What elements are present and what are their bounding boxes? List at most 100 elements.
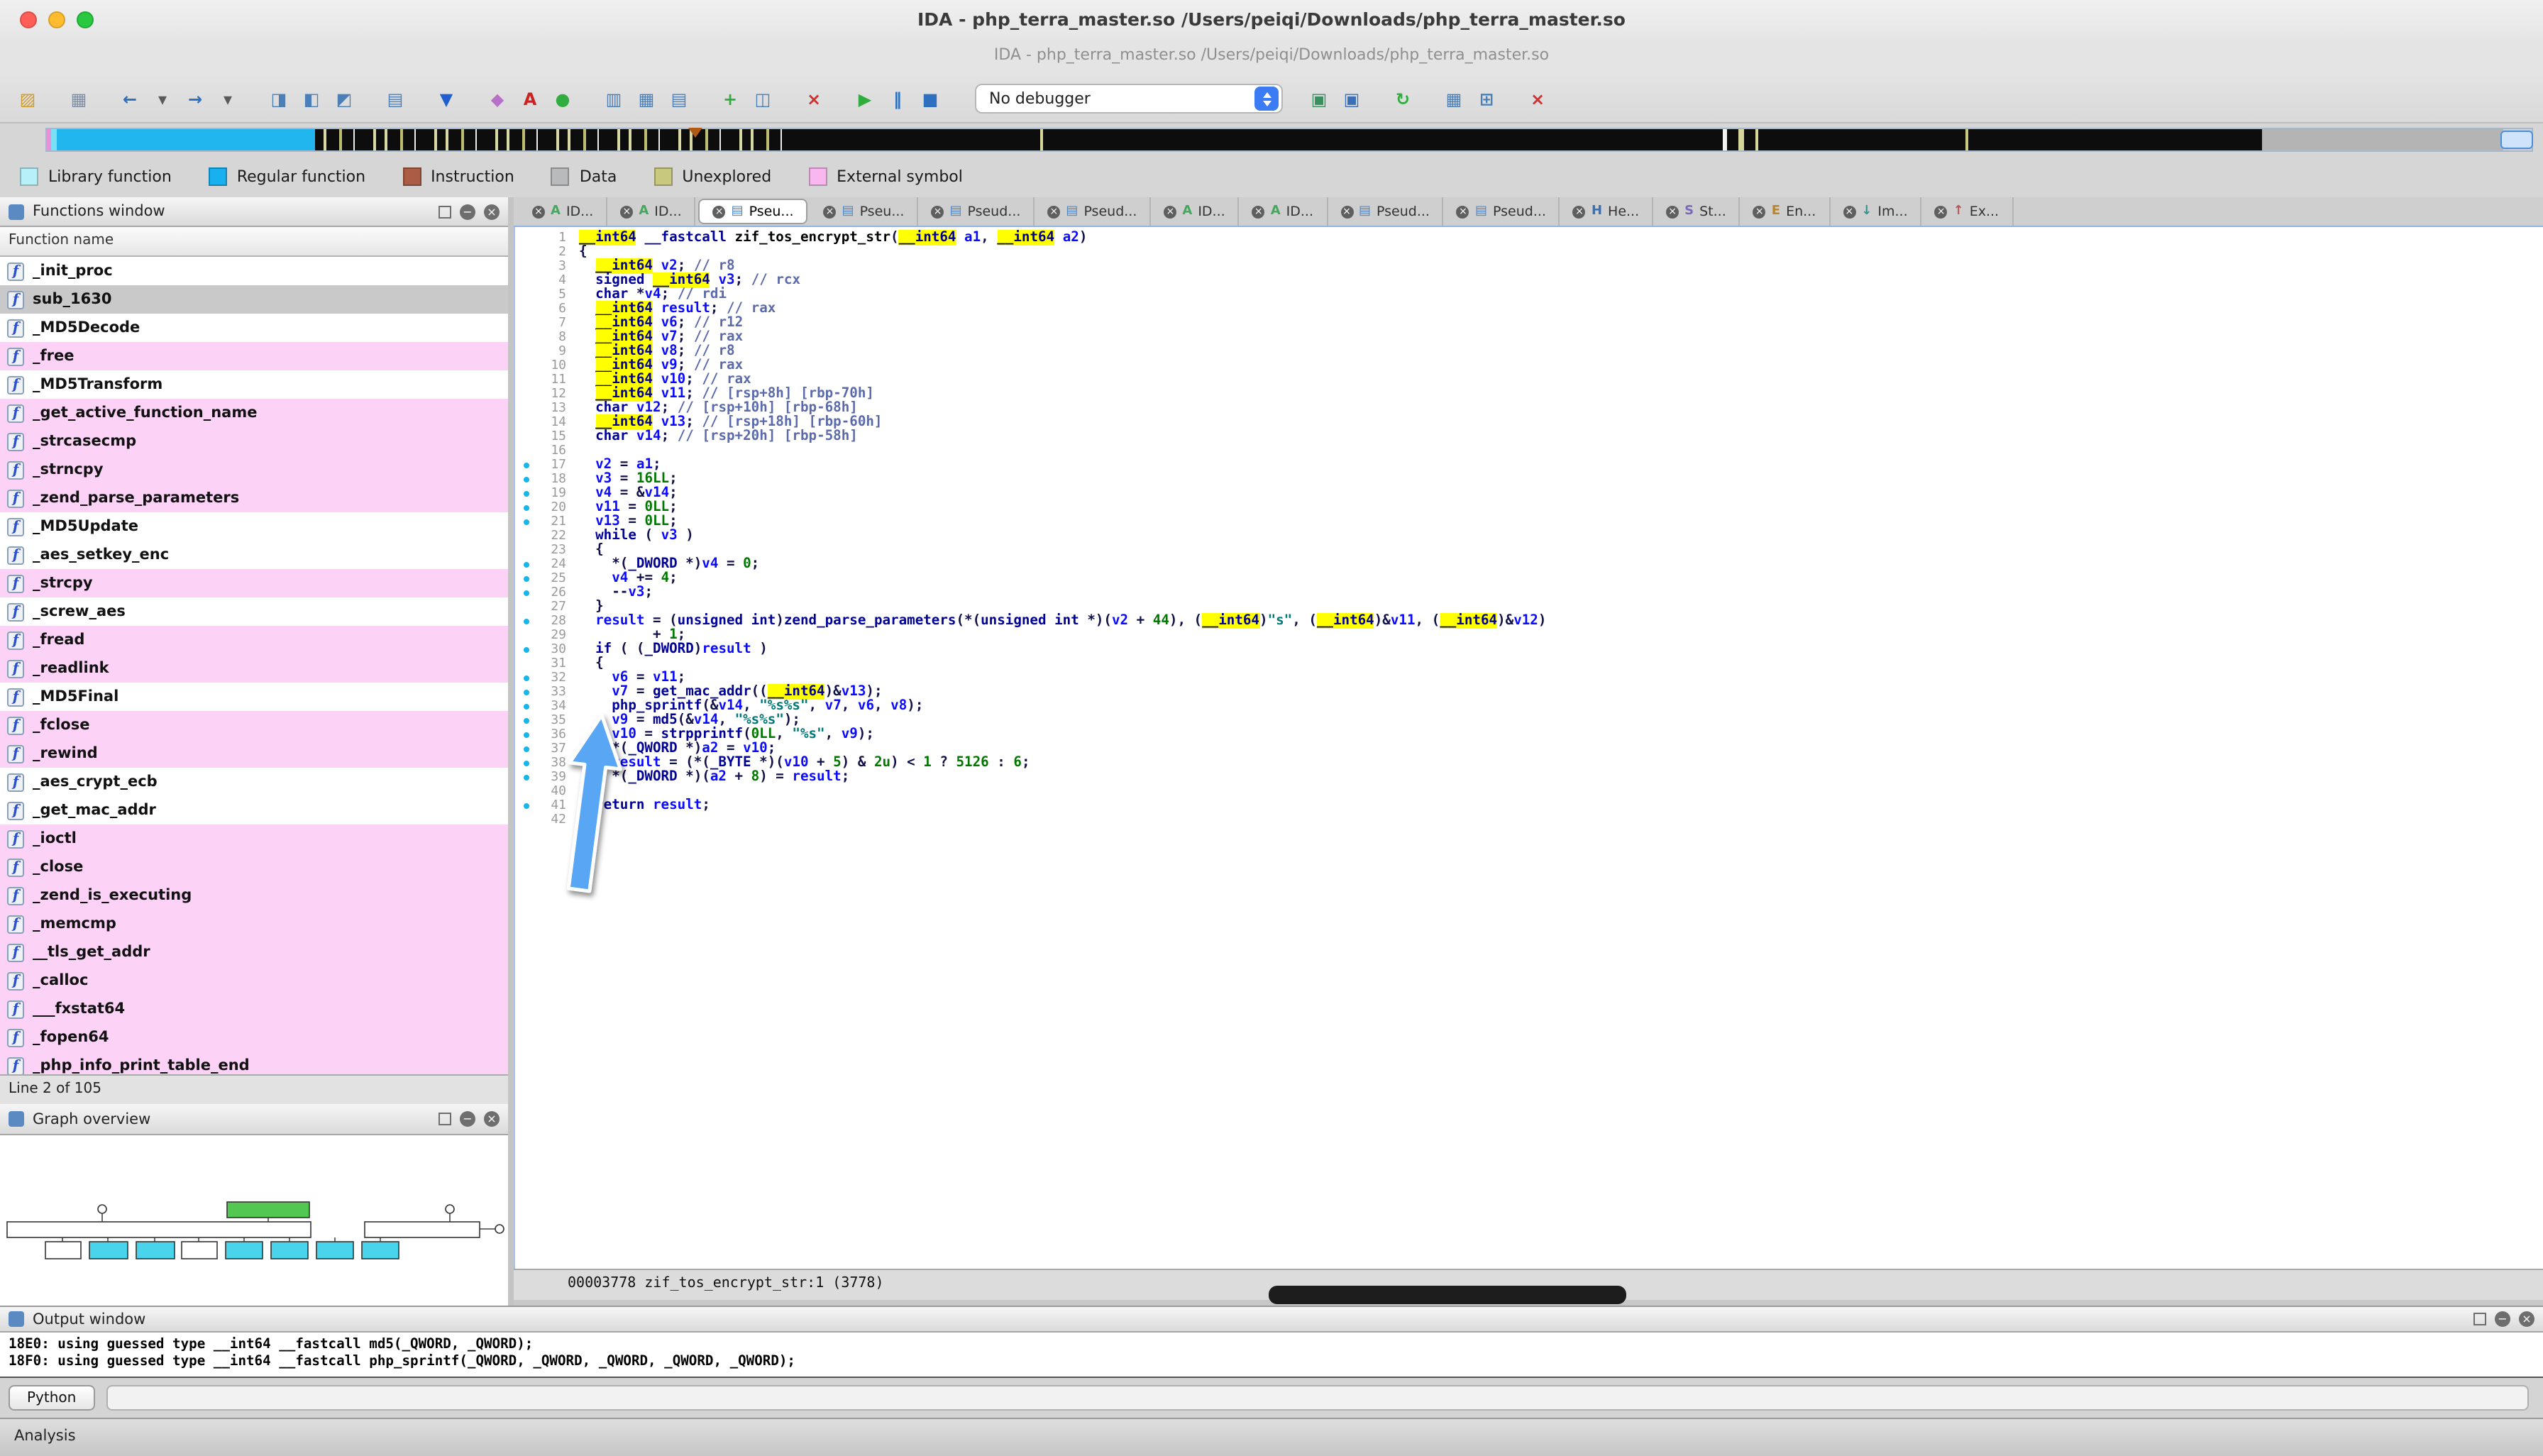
cancel-icon[interactable]: × bbox=[800, 85, 827, 112]
pause-icon[interactable]: ‖ bbox=[884, 85, 911, 112]
function-list-item[interactable]: f_MD5Decode bbox=[0, 314, 508, 342]
tab-close-icon[interactable]: × bbox=[1164, 205, 1176, 218]
code-line[interactable]: 42} bbox=[515, 813, 2543, 827]
code-line[interactable]: 40 } bbox=[515, 785, 2543, 799]
float-panel-icon[interactable] bbox=[438, 1113, 451, 1125]
code-line[interactable]: 25 v4 += 4; bbox=[515, 572, 2543, 586]
function-list-item[interactable]: f_strcpy bbox=[0, 569, 508, 597]
combo-stepper-icon[interactable] bbox=[1254, 87, 1279, 111]
tab-id[interactable]: ×AID... bbox=[607, 197, 695, 226]
code-line[interactable]: 41 return result; bbox=[515, 799, 2543, 813]
record-run-icon[interactable]: ● bbox=[549, 85, 576, 112]
tab-close-icon[interactable]: × bbox=[824, 205, 837, 218]
function-list-item[interactable]: f_fread bbox=[0, 626, 508, 654]
code-line[interactable]: 9 __int64 v8; // r8 bbox=[515, 345, 2543, 359]
minimize-button[interactable] bbox=[48, 11, 65, 28]
close-panel-icon[interactable]: × bbox=[484, 1111, 500, 1127]
tab-pseud[interactable]: ×▤Pseud... bbox=[1035, 197, 1151, 226]
float-panel-icon[interactable] bbox=[2473, 1313, 2486, 1325]
function-list-item[interactable]: f_aes_setkey_enc bbox=[0, 541, 508, 569]
python-button[interactable]: Python bbox=[9, 1385, 94, 1411]
code-line[interactable]: 17 v2 = a1; bbox=[515, 458, 2543, 473]
function-list-item[interactable]: f_init_proc bbox=[0, 257, 508, 285]
function-list-item[interactable]: f_fclose bbox=[0, 711, 508, 739]
tab-close-icon[interactable]: × bbox=[1666, 205, 1679, 218]
navigate-forward-icon[interactable]: → bbox=[182, 85, 209, 112]
function-list-item[interactable]: f_MD5Update bbox=[0, 512, 508, 541]
function-list-item[interactable]: f_MD5Final bbox=[0, 683, 508, 711]
function-list-item[interactable]: f_ioctl bbox=[0, 824, 508, 853]
tab-close-icon[interactable]: × bbox=[1252, 205, 1265, 218]
function-list-item[interactable]: f_strcasecmp bbox=[0, 427, 508, 456]
function-list-item[interactable]: f_calloc bbox=[0, 966, 508, 995]
code-line[interactable]: 39 *(_DWORD *)(a2 + 8) = result; bbox=[515, 771, 2543, 785]
debugger-terminal-icon[interactable]: ▣ bbox=[1306, 85, 1333, 112]
code-line[interactable]: 13 char v12; // [rsp+10h] [rbp-68h] bbox=[515, 402, 2543, 416]
navigate-back-icon[interactable]: ← bbox=[116, 85, 143, 112]
tab-pseud[interactable]: ×▤Pseud... bbox=[1328, 197, 1444, 226]
call-graph-icon[interactable]: ▤ bbox=[666, 85, 693, 112]
jump-to-address-icon[interactable]: ◧ bbox=[298, 85, 325, 112]
open-file-icon[interactable]: ▨ bbox=[14, 85, 41, 112]
jump-down-icon[interactable]: ▼ bbox=[433, 85, 460, 112]
tab-pseud[interactable]: ×▤Pseud... bbox=[1444, 197, 1560, 226]
function-list-item[interactable]: f_MD5Transform bbox=[0, 370, 508, 399]
function-list-item[interactable]: f_screw_aes bbox=[0, 597, 508, 626]
jump-by-name-icon[interactable]: ◨ bbox=[265, 85, 292, 112]
code-line[interactable]: 1__int64 __fastcall zif_tos_encrypt_str(… bbox=[515, 231, 2543, 246]
code-line[interactable]: 22 while ( v3 ) bbox=[515, 529, 2543, 544]
tab-close-icon[interactable]: × bbox=[1047, 205, 1060, 218]
code-line[interactable]: 8 __int64 v7; // rax bbox=[515, 331, 2543, 345]
tab-close-icon[interactable]: × bbox=[1843, 205, 1855, 218]
function-list-item[interactable]: f_close bbox=[0, 853, 508, 881]
function-list-item[interactable]: f_get_mac_addr bbox=[0, 796, 508, 824]
tab-close-icon[interactable]: × bbox=[1753, 205, 1766, 218]
tab-id[interactable]: ×AID... bbox=[519, 197, 607, 226]
code-line[interactable]: 18 v3 = 16LL; bbox=[515, 473, 2543, 487]
vertical-splitter[interactable] bbox=[508, 197, 514, 1306]
code-line[interactable]: 3 __int64 v2; // r8 bbox=[515, 260, 2543, 274]
function-list-item[interactable]: fsub_1630 bbox=[0, 285, 508, 314]
code-line[interactable]: 20 v11 = 0LL; bbox=[515, 501, 2543, 515]
function-list-item[interactable]: f_zend_is_executing bbox=[0, 881, 508, 910]
code-line[interactable]: 24 *(_DWORD *)v4 = 0; bbox=[515, 558, 2543, 572]
code-line[interactable]: 33 v7 = get_mac_addr((__int64)&v13); bbox=[515, 685, 2543, 700]
function-list-item[interactable]: f_fopen64 bbox=[0, 1023, 508, 1052]
tab-close-icon[interactable]: × bbox=[1935, 205, 1948, 218]
code-line[interactable]: 23 { bbox=[515, 544, 2543, 558]
function-list-item[interactable]: f___fxstat64 bbox=[0, 995, 508, 1023]
jump-to-segment-icon[interactable]: ◩ bbox=[331, 85, 358, 112]
code-line[interactable]: 12 __int64 v11; // [rsp+8h] [rbp-70h] bbox=[515, 387, 2543, 402]
python-input[interactable] bbox=[106, 1385, 2529, 1411]
output-log[interactable]: 18E0: using guessed type __int64 __fastc… bbox=[0, 1333, 2543, 1378]
tab-close-icon[interactable]: × bbox=[532, 205, 545, 218]
close-panel-icon[interactable]: × bbox=[484, 204, 500, 219]
tab-close-icon[interactable]: × bbox=[713, 205, 726, 218]
code-line[interactable]: 7 __int64 v6; // r12 bbox=[515, 316, 2543, 331]
code-line[interactable]: 19 v4 = &v14; bbox=[515, 487, 2543, 501]
code-line[interactable]: 26 --v3; bbox=[515, 586, 2543, 600]
function-list-item[interactable]: f_strncpy bbox=[0, 456, 508, 484]
navigation-band[interactable] bbox=[45, 128, 2533, 152]
modules-window-icon[interactable]: ⊞ bbox=[1473, 85, 1500, 112]
code-line[interactable]: 11 __int64 v10; // rax bbox=[515, 373, 2543, 387]
forward-history-icon[interactable]: ▾ bbox=[214, 85, 241, 112]
add-item-icon[interactable]: + bbox=[717, 85, 744, 112]
code-line[interactable]: 6 __int64 result; // rax bbox=[515, 302, 2543, 316]
tab-id[interactable]: ×AID... bbox=[1151, 197, 1239, 226]
code-line[interactable]: 37 *(_QWORD *)a2 = v10; bbox=[515, 742, 2543, 756]
graph-overview-canvas[interactable] bbox=[0, 1135, 508, 1306]
code-line[interactable]: 38 result = (*(_BYTE *)(v10 + 5) & 2u) <… bbox=[515, 756, 2543, 771]
tab-close-icon[interactable]: × bbox=[1573, 205, 1586, 218]
close-panel-icon[interactable]: × bbox=[2519, 1311, 2534, 1327]
tab-im[interactable]: ×↓Im... bbox=[1830, 197, 1921, 226]
tab-pseu[interactable]: ×▤Pseu... bbox=[699, 199, 808, 224]
code-line[interactable]: 2{ bbox=[515, 246, 2543, 260]
code-line[interactable]: 10 __int64 v9; // rax bbox=[515, 359, 2543, 373]
code-line[interactable]: 28 result = (unsigned int)zend_parse_par… bbox=[515, 614, 2543, 629]
bar-chart-icon[interactable]: ▦ bbox=[633, 85, 660, 112]
tab-close-icon[interactable]: × bbox=[1457, 205, 1469, 218]
function-list-item[interactable]: f_readlink bbox=[0, 654, 508, 683]
code-line[interactable]: 15 char v14; // [rsp+20h] [rbp-58h] bbox=[515, 430, 2543, 444]
code-line[interactable]: 16 bbox=[515, 444, 2543, 458]
